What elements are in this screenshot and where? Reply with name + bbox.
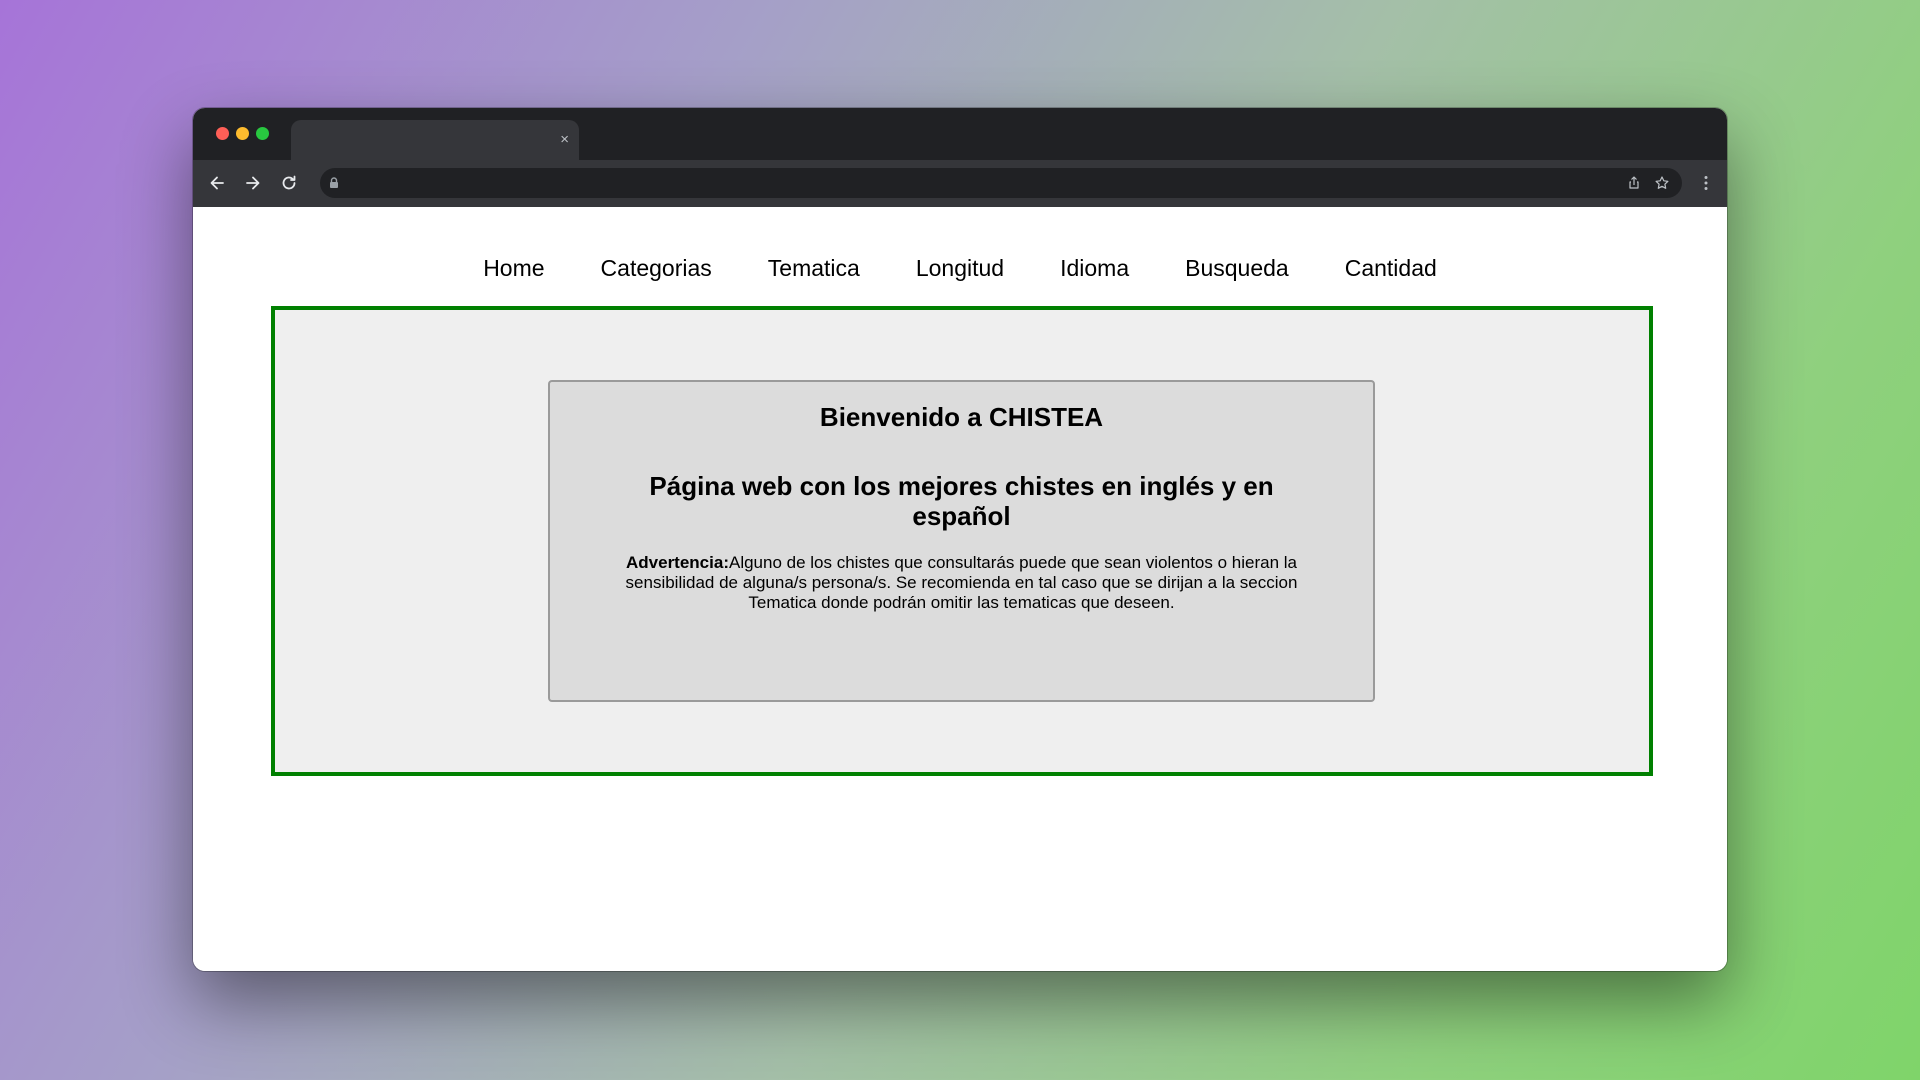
back-button[interactable] <box>206 172 228 194</box>
minimize-window-button[interactable] <box>236 127 249 140</box>
lock-icon[interactable] <box>326 175 342 191</box>
welcome-card: Bienvenido a CHISTEA Página web con los … <box>548 380 1375 702</box>
reload-icon <box>282 175 296 190</box>
reload-button[interactable] <box>278 172 300 194</box>
main-nav: Home Categorias Tematica Longitud Idioma… <box>193 255 1727 282</box>
arrow-left-icon <box>210 176 224 190</box>
page-subtitle: Página web con los mejores chistes en in… <box>649 471 1274 531</box>
main-content-frame: Bienvenido a CHISTEA Página web con los … <box>271 306 1653 776</box>
arrow-right-icon <box>246 176 260 190</box>
nav-item-tematica[interactable]: Tematica <box>740 255 888 282</box>
address-bar[interactable] <box>320 168 1682 198</box>
star-icon[interactable] <box>1654 175 1670 191</box>
share-icon[interactable] <box>1626 175 1642 191</box>
warning-label: Advertencia: <box>626 553 729 572</box>
page-viewport: Home Categorias Tematica Longitud Idioma… <box>193 207 1727 971</box>
warning-paragraph: Advertencia:Alguno de los chistes que co… <box>617 553 1307 613</box>
close-window-button[interactable] <box>216 127 229 140</box>
nav-item-busqueda[interactable]: Busqueda <box>1157 255 1317 282</box>
browser-tab[interactable]: × <box>291 120 579 160</box>
browser-window: × Home Categorias Tematica Longitud Idio… <box>193 108 1727 971</box>
browser-titlebar: × <box>193 108 1727 160</box>
maximize-window-button[interactable] <box>256 127 269 140</box>
nav-item-idioma[interactable]: Idioma <box>1032 255 1157 282</box>
kebab-menu-icon[interactable] <box>1695 172 1717 194</box>
nav-item-longitud[interactable]: Longitud <box>888 255 1032 282</box>
nav-item-home[interactable]: Home <box>455 255 572 282</box>
forward-button[interactable] <box>242 172 264 194</box>
nav-item-cantidad[interactable]: Cantidad <box>1317 255 1465 282</box>
tab-close-icon[interactable]: × <box>560 130 569 150</box>
browser-toolbar <box>193 160 1727 207</box>
nav-item-categorias[interactable]: Categorias <box>573 255 740 282</box>
page-title: Bienvenido a CHISTEA <box>819 402 1104 432</box>
